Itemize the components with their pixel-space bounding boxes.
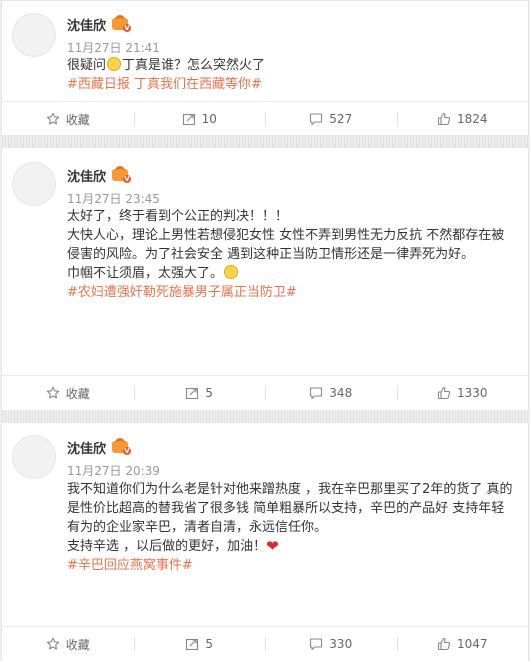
favorite-label: 收藏 bbox=[65, 112, 90, 127]
action-toolbar: 收藏 10 527 1824 bbox=[2, 102, 528, 136]
post-text: 丁真是谁？怎么突然火了 bbox=[122, 58, 266, 73]
comment-button[interactable]: 330 bbox=[265, 627, 397, 661]
like-count: 1047 bbox=[456, 637, 488, 651]
post-time[interactable]: 11月27日 23:45 bbox=[67, 190, 160, 207]
topic-tag-link[interactable]: #辛巴回应燕窝事件# bbox=[67, 556, 514, 575]
like-button[interactable]: 1824 bbox=[396, 102, 529, 136]
topic-tag-link[interactable]: #农妇遭强奸勒死施暴男子属正当防卫# bbox=[67, 283, 514, 302]
post-card: 沈佳欣 11月27日 20:39 我不知道你们为什么老是针对他来蹭热度 ，我在辛… bbox=[1, 423, 529, 661]
separator-band bbox=[0, 135, 530, 148]
post-time[interactable]: 11月27日 20:39 bbox=[67, 462, 160, 479]
favorite-button[interactable]: 收藏 bbox=[2, 102, 134, 136]
vip-badge-icon bbox=[112, 438, 131, 455]
thumbs-up-icon bbox=[437, 112, 451, 126]
post-text: 我不知道你们为什么老是针对他来蹭热度 ，我在辛巴那里买了2年的货了 真的是性价比… bbox=[67, 482, 513, 535]
comment-icon bbox=[310, 638, 323, 651]
avatar[interactable] bbox=[12, 435, 56, 479]
repost-count: 10 bbox=[201, 112, 217, 126]
avatar[interactable] bbox=[12, 162, 56, 206]
post-content: 太好了，终于看到个公正的判决！！！ 大快人心，理论上男性若想侵犯女性 女性不弄到… bbox=[67, 207, 514, 302]
post-card: 沈佳欣 11月27日 21:41 很疑问丁真是谁？怎么突然火了 #西藏日报 丁真… bbox=[1, 0, 529, 135]
separator-band bbox=[0, 410, 530, 423]
comment-count: 527 bbox=[329, 112, 353, 126]
topic-tag-link[interactable]: #西藏日报 丁真我们在西藏等你# bbox=[67, 75, 514, 94]
repost-button[interactable]: 10 bbox=[133, 102, 266, 136]
post-text: 大快人心，理论上男性若想侵犯女性 女性不弄到男性无力反抗 不然都存在被侵害的风险… bbox=[67, 228, 505, 262]
favorite-label: 收藏 bbox=[65, 386, 90, 401]
comment-icon bbox=[310, 387, 323, 400]
favorite-button[interactable]: 收藏 bbox=[2, 627, 134, 661]
like-button[interactable]: 1047 bbox=[396, 627, 529, 661]
post-text: 很疑问 bbox=[67, 58, 107, 73]
star-icon bbox=[46, 637, 59, 650]
like-button[interactable]: 1330 bbox=[396, 376, 529, 410]
author-name[interactable]: 沈佳欣 bbox=[67, 438, 106, 457]
post-content: 很疑问 丁真是谁？怎么突然火了 #西藏日报 丁真我们在西藏等你# bbox=[67, 56, 514, 94]
repost-count: 5 bbox=[205, 637, 214, 651]
action-toolbar: 收藏 5 348 1330 bbox=[2, 376, 528, 410]
comment-count: 348 bbox=[329, 386, 353, 400]
favorite-label: 收藏 bbox=[65, 637, 90, 652]
post-text: 支持辛选 ，以后做的更好，加油！ bbox=[67, 539, 267, 554]
like-count: 1824 bbox=[456, 112, 488, 126]
comment-button[interactable]: 348 bbox=[265, 376, 397, 410]
confused-emoji-icon bbox=[107, 57, 122, 71]
thumbs-up-icon bbox=[437, 637, 451, 651]
comment-count: 330 bbox=[329, 637, 353, 651]
like-count: 1330 bbox=[456, 386, 488, 400]
drooling-emoji-icon bbox=[224, 265, 239, 279]
post-text: 巾帼不让须眉，太强大了。 bbox=[67, 266, 224, 281]
heart-emoji-icon: ❤ bbox=[266, 537, 279, 555]
post-content: 我不知道你们为什么老是针对他来蹭热度 ，我在辛巴那里买了2年的货了 真的是性价比… bbox=[67, 480, 514, 575]
author-name[interactable]: 沈佳欣 bbox=[67, 166, 106, 185]
comment-button[interactable]: 527 bbox=[265, 102, 397, 136]
author-name[interactable]: 沈佳欣 bbox=[67, 15, 106, 34]
favorite-button[interactable]: 收藏 bbox=[2, 376, 134, 410]
repost-icon bbox=[186, 638, 199, 651]
post-time[interactable]: 11月27日 21:41 bbox=[67, 39, 160, 56]
thumbs-up-icon bbox=[437, 386, 451, 400]
post-text: 太好了，终于看到个公正的判决！！！ bbox=[67, 209, 289, 224]
post-card: 沈佳欣 11月27日 23:45 太好了，终于看到个公正的判决！！！ 大快人心，… bbox=[1, 148, 529, 410]
repost-icon bbox=[186, 387, 199, 400]
repost-count: 5 bbox=[205, 386, 214, 400]
repost-icon bbox=[182, 113, 195, 126]
action-toolbar: 收藏 5 330 1047 bbox=[2, 627, 528, 661]
star-icon bbox=[46, 112, 59, 125]
comment-icon bbox=[310, 113, 323, 126]
vip-badge-icon bbox=[112, 15, 131, 32]
star-icon bbox=[46, 386, 59, 399]
vip-badge-icon bbox=[112, 166, 131, 183]
repost-button[interactable]: 5 bbox=[133, 627, 266, 661]
avatar[interactable] bbox=[12, 13, 56, 57]
repost-button[interactable]: 5 bbox=[133, 376, 266, 410]
